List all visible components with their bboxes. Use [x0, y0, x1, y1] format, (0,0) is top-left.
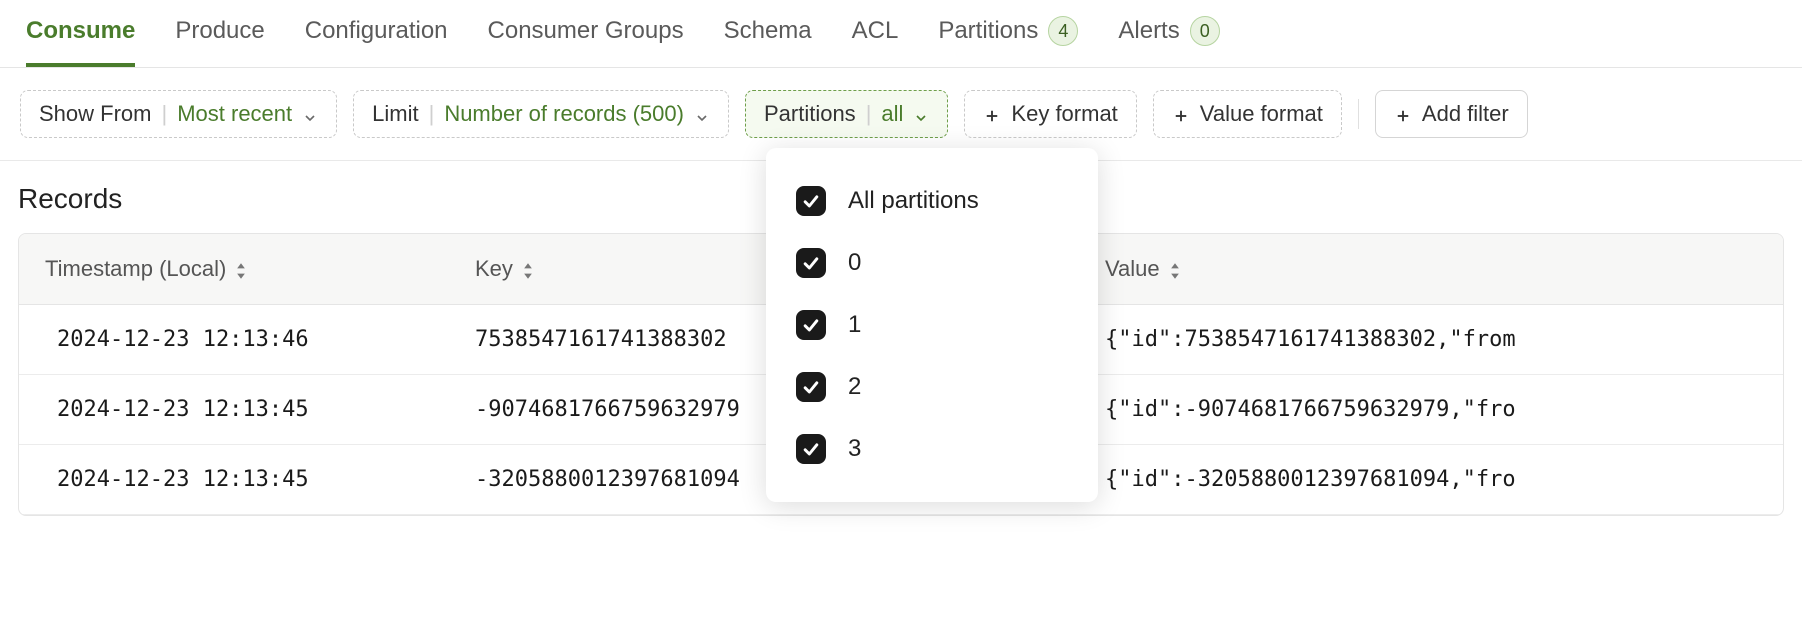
checkbox-checked-icon	[796, 434, 826, 464]
filter-show-from[interactable]: Show From | Most recent	[20, 90, 337, 138]
dropdown-label: 2	[848, 373, 861, 401]
plus-icon	[1172, 105, 1190, 123]
tab-label: Consume	[26, 17, 135, 45]
tab-label: Consumer Groups	[488, 17, 684, 45]
plus-icon	[983, 105, 1001, 123]
tab-configuration[interactable]: Configuration	[305, 17, 448, 67]
tab-produce[interactable]: Produce	[175, 17, 264, 67]
filter-label: Show From	[39, 101, 151, 127]
plus-icon	[1394, 105, 1412, 123]
col-header-timestamp[interactable]: Timestamp (Local)	[19, 234, 449, 304]
dropdown-item-partition[interactable]: 2	[784, 356, 1080, 418]
tab-label: Produce	[175, 17, 264, 45]
filter-value: Most recent	[177, 101, 292, 127]
dropdown-item-all[interactable]: All partitions	[784, 170, 1080, 232]
cell-value: {"id":7538547161741388302,"from	[1079, 305, 1783, 374]
cell-value: {"id":-9074681766759632979,"fro	[1079, 375, 1783, 444]
tab-label: Alerts	[1118, 17, 1179, 45]
alerts-count-badge: 0	[1190, 16, 1220, 46]
filter-value-format[interactable]: Value format	[1153, 90, 1342, 138]
col-label: Value	[1105, 256, 1160, 282]
cell-value: {"id":-3205880012397681094,"fro	[1079, 445, 1783, 514]
separator: |	[866, 101, 872, 127]
filter-limit[interactable]: Limit | Number of records (500)	[353, 90, 729, 138]
tabs-bar: Consume Produce Configuration Consumer G…	[0, 0, 1802, 68]
cell-timestamp: 2024-12-23 12:13:45	[19, 445, 449, 514]
dropdown-item-partition[interactable]: 0	[784, 232, 1080, 294]
col-label: Timestamp (Local)	[45, 256, 226, 282]
tab-consumer-groups[interactable]: Consumer Groups	[488, 17, 684, 67]
checkbox-checked-icon	[796, 310, 826, 340]
checkbox-checked-icon	[796, 186, 826, 216]
chevron-down-icon	[913, 106, 929, 122]
col-label: Key	[475, 256, 513, 282]
tab-label: Partitions	[938, 17, 1038, 45]
divider	[1358, 99, 1359, 129]
sort-icon	[234, 260, 248, 278]
filter-key-format[interactable]: Key format	[964, 90, 1136, 138]
dropdown-label: 1	[848, 311, 861, 339]
checkbox-checked-icon	[796, 248, 826, 278]
cell-timestamp: 2024-12-23 12:13:45	[19, 375, 449, 444]
chevron-down-icon	[302, 106, 318, 122]
tab-label: Configuration	[305, 17, 448, 45]
dropdown-item-partition[interactable]: 1	[784, 294, 1080, 356]
separator: |	[429, 101, 435, 127]
filter-value: Number of records (500)	[444, 101, 684, 127]
tab-label: Schema	[724, 17, 812, 45]
sort-icon	[1168, 260, 1182, 278]
dropdown-item-partition[interactable]: 3	[784, 418, 1080, 480]
partitions-count-badge: 4	[1048, 16, 1078, 46]
tab-acl[interactable]: ACL	[852, 17, 899, 67]
chevron-down-icon	[694, 106, 710, 122]
col-header-value[interactable]: Value	[1079, 234, 1783, 304]
dropdown-label: 0	[848, 249, 861, 277]
tab-partitions[interactable]: Partitions 4	[938, 16, 1078, 68]
filter-partitions[interactable]: Partitions | all	[745, 90, 948, 138]
tab-label: ACL	[852, 17, 899, 45]
cell-timestamp: 2024-12-23 12:13:46	[19, 305, 449, 374]
filter-label: Partitions	[764, 101, 856, 127]
separator: |	[161, 101, 167, 127]
checkbox-checked-icon	[796, 372, 826, 402]
tab-consume[interactable]: Consume	[26, 17, 135, 67]
partitions-dropdown: All partitions 0 1 2 3	[766, 148, 1098, 502]
add-filter-button[interactable]: Add filter	[1375, 90, 1528, 138]
sort-icon	[521, 260, 535, 278]
filter-label: Add filter	[1422, 101, 1509, 127]
filter-label: Limit	[372, 101, 418, 127]
tab-alerts[interactable]: Alerts 0	[1118, 16, 1219, 68]
filter-label: Value format	[1200, 101, 1323, 127]
filter-value: all	[881, 101, 903, 127]
tab-schema[interactable]: Schema	[724, 17, 812, 67]
dropdown-label: All partitions	[848, 187, 979, 215]
dropdown-label: 3	[848, 435, 861, 463]
filter-label: Key format	[1011, 101, 1117, 127]
